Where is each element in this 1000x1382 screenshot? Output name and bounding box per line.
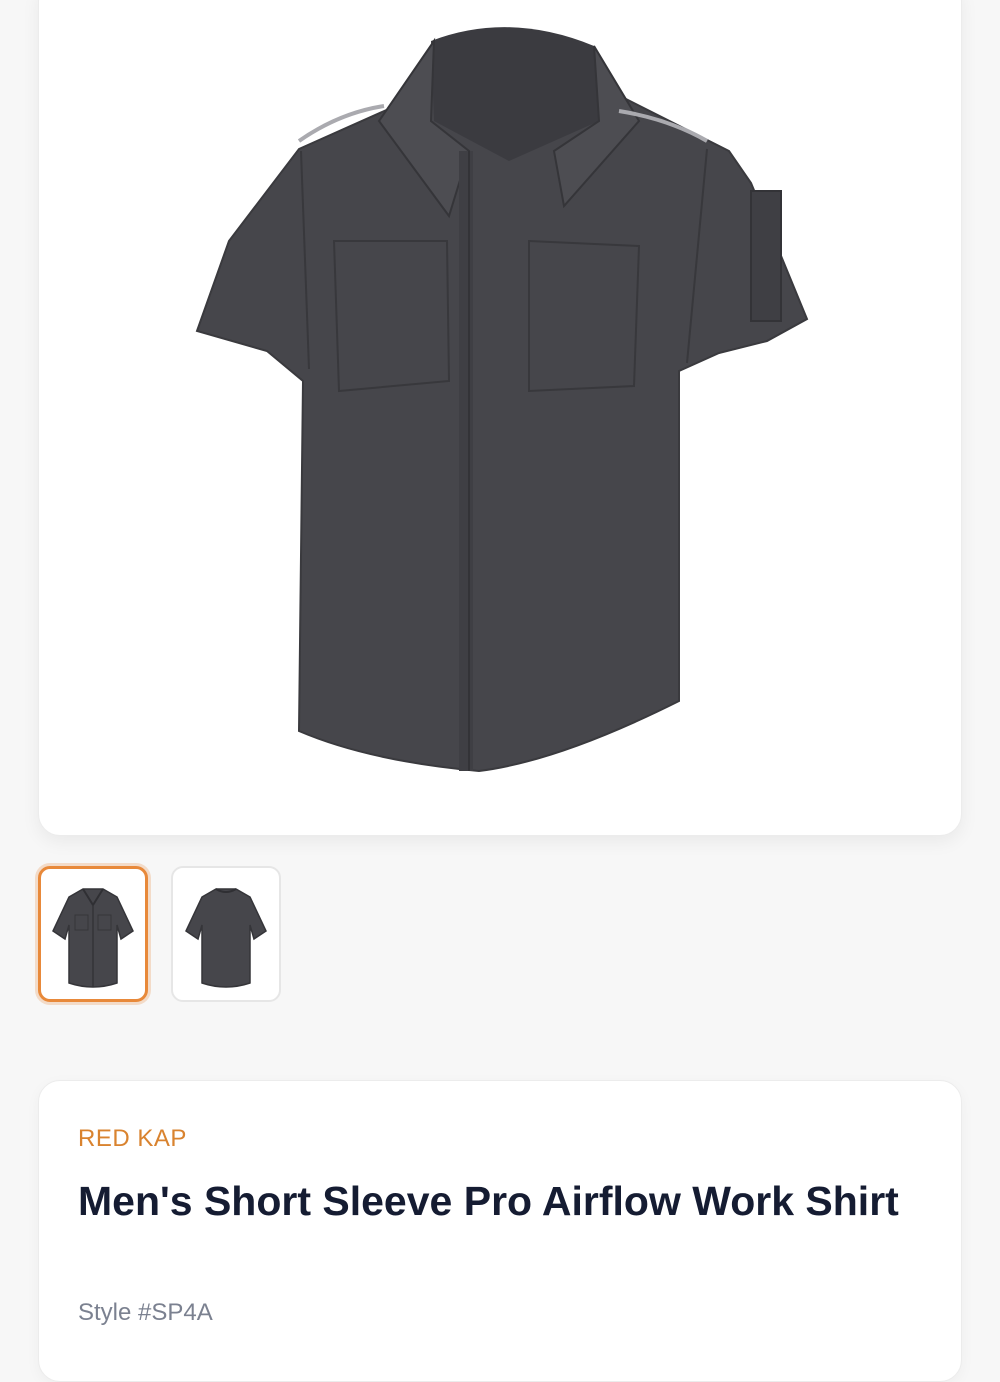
shirt-back-thumbnail (185, 888, 267, 988)
thumbnail-back[interactable] (171, 866, 281, 1002)
shirt-front-thumbnail (52, 888, 134, 988)
style-number: Style #SP4A (78, 1299, 213, 1326)
thumbnail-front[interactable] (38, 866, 148, 1002)
product-title: Men's Short Sleeve Pro Airflow Work Shir… (78, 1178, 899, 1224)
brand-name[interactable]: RED KAP (78, 1125, 187, 1153)
shirt-front-image (195, 27, 809, 773)
main-product-image[interactable] (38, 0, 962, 836)
product-info-card: RED KAP Men's Short Sleeve Pro Airflow W… (38, 1080, 962, 1382)
